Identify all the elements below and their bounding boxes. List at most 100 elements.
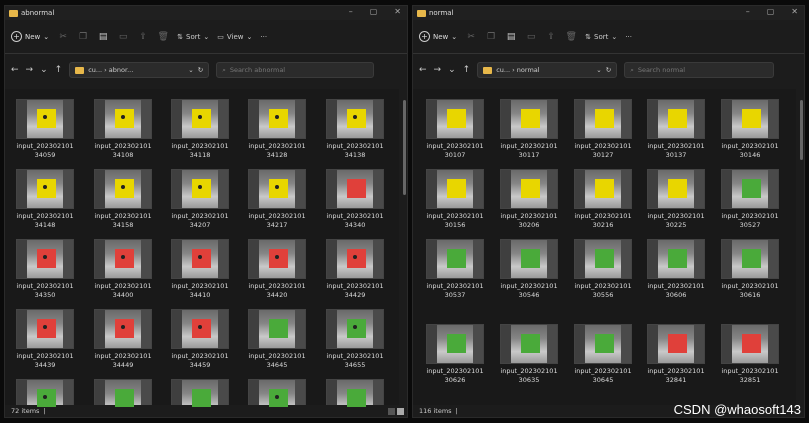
title-bar[interactable]: abnormal – ▢ ✕ bbox=[5, 6, 407, 20]
file-tile[interactable]: input_202302101 30626 bbox=[425, 324, 485, 385]
refresh-icon[interactable]: ↻ bbox=[606, 66, 611, 74]
vertical-scrollbar[interactable] bbox=[403, 100, 406, 195]
file-tile[interactable]: input_202302101 34400 bbox=[93, 239, 153, 300]
file-tile[interactable]: input_202302101 34439 bbox=[15, 309, 75, 370]
file-tile[interactable]: input_202302101 34429 bbox=[325, 239, 385, 300]
up-arrow-icon[interactable]: ↑ bbox=[55, 65, 63, 75]
file-tile[interactable]: input_202302101 34459 bbox=[170, 309, 230, 370]
file-name-line1: input_202302101 bbox=[171, 352, 229, 360]
delete-icon[interactable]: 🗑 bbox=[565, 31, 577, 43]
file-tile[interactable]: input_202302101 30146 bbox=[720, 99, 780, 160]
delete-icon[interactable]: 🗑 bbox=[157, 31, 169, 43]
file-tile[interactable]: input_202302101 34350 bbox=[15, 239, 75, 300]
cut-icon[interactable]: ✂ bbox=[465, 31, 477, 43]
sort-button[interactable]: ⇅ Sort ⌄ bbox=[585, 33, 617, 41]
file-tile[interactable]: input_202302101 34207 bbox=[170, 169, 230, 230]
view-button[interactable]: ▭ View ⌄ bbox=[217, 33, 252, 41]
file-tile[interactable]: input_202302101 34449 bbox=[93, 309, 153, 370]
file-tile[interactable] bbox=[325, 379, 385, 407]
close-icon[interactable]: ✕ bbox=[791, 7, 798, 16]
file-tile[interactable]: input_202302101 34410 bbox=[170, 239, 230, 300]
file-tile[interactable] bbox=[15, 379, 75, 407]
file-tile[interactable]: input_202302101 32841 bbox=[646, 324, 706, 385]
tiles-view-icon[interactable] bbox=[397, 408, 404, 415]
file-tile[interactable]: input_202302101 34128 bbox=[247, 99, 307, 160]
search-box[interactable]: ⌕ Search abnormal bbox=[216, 62, 375, 78]
file-tile[interactable]: input_202302101 30206 bbox=[499, 169, 559, 230]
address-bar[interactable]: cu... › normal ⌄ ↻ bbox=[477, 62, 618, 78]
file-tile[interactable]: input_202302101 34217 bbox=[247, 169, 307, 230]
file-name: input_202302101 34439 bbox=[15, 352, 75, 370]
file-tile[interactable]: input_202302101 34148 bbox=[15, 169, 75, 230]
back-arrow-icon[interactable]: ← bbox=[11, 65, 19, 75]
back-arrow-icon[interactable]: ← bbox=[419, 65, 427, 75]
cut-icon[interactable]: ✂ bbox=[57, 31, 69, 43]
file-tile[interactable]: input_202302101 30645 bbox=[573, 324, 633, 385]
search-box[interactable]: ⌕ Search normal bbox=[624, 62, 775, 78]
file-tile[interactable] bbox=[170, 379, 230, 407]
file-tile[interactable]: input_202302101 30216 bbox=[573, 169, 633, 230]
minimize-icon[interactable]: – bbox=[349, 7, 353, 16]
file-tile[interactable]: input_202302101 30556 bbox=[573, 239, 633, 300]
file-tile[interactable]: input_202302101 30606 bbox=[646, 239, 706, 300]
file-tile[interactable]: input_202302101 30635 bbox=[499, 324, 559, 385]
copy-icon[interactable]: ❐ bbox=[485, 31, 497, 43]
file-tile[interactable]: input_202302101 30546 bbox=[499, 239, 559, 300]
more-options-button[interactable]: ··· bbox=[625, 33, 632, 41]
up-arrow-icon[interactable]: ↑ bbox=[463, 65, 471, 75]
maximize-icon[interactable]: ▢ bbox=[767, 7, 775, 16]
file-tile[interactable]: input_202302101 30225 bbox=[646, 169, 706, 230]
file-tile[interactable]: input_202302101 34138 bbox=[325, 99, 385, 160]
title-bar[interactable]: normal – ▢ ✕ bbox=[413, 6, 804, 20]
file-tile[interactable]: input_202302101 34340 bbox=[325, 169, 385, 230]
file-name-line1: input_202302101 bbox=[16, 212, 74, 220]
new-button[interactable]: + New ⌄ bbox=[419, 31, 457, 42]
more-options-button[interactable]: ··· bbox=[260, 33, 267, 41]
file-tile[interactable]: input_202302101 34158 bbox=[93, 169, 153, 230]
paste-icon[interactable]: ▤ bbox=[505, 31, 517, 43]
sort-button[interactable]: ⇅ Sort ⌄ bbox=[177, 33, 209, 41]
file-tile[interactable]: input_202302101 30537 bbox=[425, 239, 485, 300]
new-button[interactable]: + New ⌄ bbox=[11, 31, 49, 42]
chevron-down-icon[interactable]: ⌄ bbox=[188, 66, 193, 74]
file-name-line1: input_202302101 bbox=[500, 212, 558, 220]
paste-icon[interactable]: ▤ bbox=[97, 31, 109, 43]
file-tile[interactable]: input_202302101 30527 bbox=[720, 169, 780, 230]
file-tile[interactable]: input_202302101 30127 bbox=[573, 99, 633, 160]
file-tile[interactable]: input_202302101 34655 bbox=[325, 309, 385, 370]
colored-block bbox=[742, 249, 761, 268]
details-view-icon[interactable] bbox=[388, 408, 395, 415]
maximize-icon[interactable]: ▢ bbox=[370, 7, 378, 16]
rename-icon[interactable]: ▭ bbox=[117, 31, 129, 43]
address-bar[interactable]: cu... › abnor... ⌄ ↻ bbox=[69, 62, 210, 78]
refresh-icon[interactable]: ↻ bbox=[198, 66, 203, 74]
file-tile[interactable]: input_202302101 34420 bbox=[247, 239, 307, 300]
forward-arrow-icon[interactable]: → bbox=[434, 65, 442, 75]
recent-chevron-icon[interactable]: ⌄ bbox=[448, 65, 456, 75]
file-tile[interactable]: input_202302101 30107 bbox=[425, 99, 485, 160]
file-tile[interactable] bbox=[93, 379, 153, 407]
file-tile[interactable]: input_202302101 32851 bbox=[720, 324, 780, 385]
file-thumbnail bbox=[574, 324, 632, 364]
recent-chevron-icon[interactable]: ⌄ bbox=[40, 65, 48, 75]
vertical-scrollbar[interactable] bbox=[800, 100, 803, 160]
share-icon[interactable]: ⇪ bbox=[545, 31, 557, 43]
file-tile[interactable]: input_202302101 30616 bbox=[720, 239, 780, 300]
file-tile[interactable]: input_202302101 34108 bbox=[93, 99, 153, 160]
file-tile[interactable]: input_202302101 34059 bbox=[15, 99, 75, 160]
defect-dot bbox=[121, 115, 125, 119]
copy-icon[interactable]: ❐ bbox=[77, 31, 89, 43]
forward-arrow-icon[interactable]: → bbox=[26, 65, 34, 75]
file-tile[interactable]: input_202302101 30117 bbox=[499, 99, 559, 160]
file-tile[interactable] bbox=[247, 379, 307, 407]
file-name-line1: input_202302101 bbox=[16, 352, 74, 360]
file-tile[interactable]: input_202302101 34118 bbox=[170, 99, 230, 160]
file-tile[interactable]: input_202302101 30137 bbox=[646, 99, 706, 160]
file-tile[interactable]: input_202302101 34645 bbox=[247, 309, 307, 370]
rename-icon[interactable]: ▭ bbox=[525, 31, 537, 43]
minimize-icon[interactable]: – bbox=[746, 7, 750, 16]
close-icon[interactable]: ✕ bbox=[394, 7, 401, 16]
file-tile[interactable]: input_202302101 30156 bbox=[425, 169, 485, 230]
chevron-down-icon[interactable]: ⌄ bbox=[596, 66, 601, 74]
share-icon[interactable]: ⇪ bbox=[137, 31, 149, 43]
